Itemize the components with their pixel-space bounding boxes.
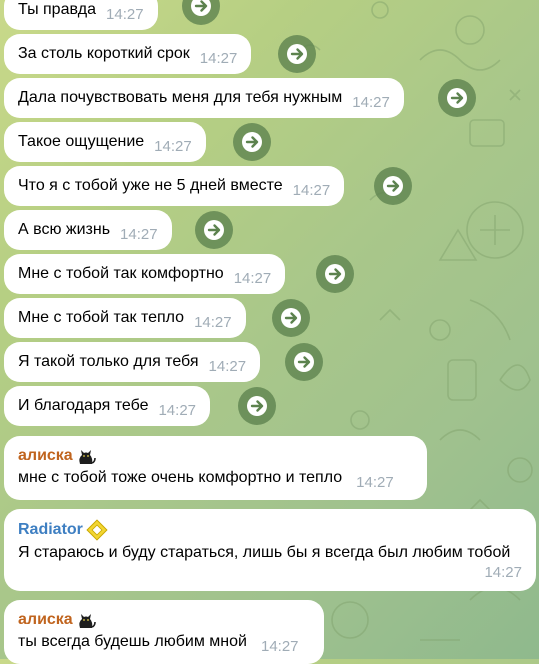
forward-button[interactable] xyxy=(285,343,323,381)
message-time: 14:27 xyxy=(233,270,272,287)
sender-label: алиска xyxy=(18,447,73,464)
message-time: 14:27 xyxy=(356,474,394,491)
message-time: 14:27 xyxy=(120,226,158,243)
forward-button[interactable] xyxy=(438,79,476,117)
forwarded-message[interactable]: Такое ощущение 14:27 xyxy=(4,122,206,162)
incoming-message[interactable]: Radiator Я стараюсь и буду стараться, ли… xyxy=(4,509,536,591)
forwarded-message[interactable]: Что я с тобой уже не 5 дней вместе 14:27 xyxy=(4,166,345,206)
forward-button[interactable] xyxy=(233,123,271,161)
message-body: ты всегда будешь любим мной 14:27 xyxy=(18,632,310,655)
forward-arrow-icon xyxy=(204,220,224,240)
message-time: 14:27 xyxy=(292,182,331,199)
yellow-diamond-badge-icon xyxy=(86,519,108,541)
message-body: мне с тобой тоже очень комфортно и тепло… xyxy=(18,468,413,491)
forward-arrow-icon xyxy=(383,176,403,196)
message-text: А всю жизнь xyxy=(18,221,111,238)
message-time: 14:27 xyxy=(158,402,197,419)
message-time: 14:27 xyxy=(484,564,522,581)
forwarded-message[interactable]: А всю жизнь 14:27 xyxy=(4,210,172,250)
message-text: Дала почувствовать меня для тебя нужным xyxy=(18,89,343,106)
message-time: 14:27 xyxy=(194,314,232,331)
message-text: Мне с тобой так тепло xyxy=(18,309,185,326)
forwarded-message[interactable]: Мне с тобой так тепло 14:27 xyxy=(4,298,246,338)
message-time: 14:27 xyxy=(260,638,299,655)
forward-arrow-icon xyxy=(325,264,345,284)
forward-arrow-icon xyxy=(191,0,211,16)
message-text: Я такой только для тебя xyxy=(18,353,199,370)
message-list[interactable]: Ты правда 14:27 За столь короткий срок 14:… xyxy=(0,0,539,664)
forward-arrow-icon xyxy=(447,88,467,108)
forward-arrow-icon xyxy=(242,132,262,152)
sender-name[interactable]: алиска xyxy=(18,446,413,466)
forwarded-message[interactable]: Мне с тобой так комфортно 14:27 xyxy=(4,254,286,294)
incoming-message[interactable]: алиска мне с тобой тоже очень комфортно … xyxy=(4,436,427,500)
forward-button[interactable] xyxy=(278,35,316,73)
forward-button[interactable] xyxy=(195,211,233,249)
message-text: Что я с тобой уже не 5 дней вместе xyxy=(18,177,283,194)
black-cat-emoji-icon xyxy=(79,614,96,628)
sender-name[interactable]: алиска xyxy=(18,610,310,630)
message-text: Ты правда xyxy=(18,1,97,18)
message-text: Я стараюсь и буду стараться, лишь бы я в… xyxy=(18,544,511,561)
forward-arrow-icon xyxy=(247,396,267,416)
message-time: 14:27 xyxy=(199,50,238,67)
forward-button[interactable] xyxy=(182,0,220,25)
message-text: Такое ощущение xyxy=(18,133,145,150)
message-time: 14:27 xyxy=(154,138,192,155)
forwarded-message[interactable]: Дала почувствовать меня для тебя нужным 1… xyxy=(4,78,404,118)
black-cat-emoji-icon xyxy=(79,450,96,464)
sender-label: Radiator xyxy=(18,521,83,538)
forwarded-message[interactable]: И благодаря тебе 14:27 xyxy=(4,386,211,426)
message-text: ты всегда будешь любим мной xyxy=(18,633,247,650)
forward-arrow-icon xyxy=(281,308,301,328)
message-text: Мне с тобой так комфортно xyxy=(18,265,224,282)
forward-arrow-icon xyxy=(287,44,307,64)
sender-label: алиска xyxy=(18,611,73,628)
forward-button[interactable] xyxy=(316,255,354,293)
forward-button[interactable] xyxy=(238,387,276,425)
sender-name[interactable]: Radiator xyxy=(18,519,522,541)
forward-arrow-icon xyxy=(294,352,314,372)
forwarded-message[interactable]: Ты правда 14:27 xyxy=(4,0,158,30)
message-text: За столь короткий срок xyxy=(18,45,190,62)
message-time: 14:27 xyxy=(208,358,247,375)
message-text: мне с тобой тоже очень комфортно и тепло xyxy=(18,469,343,486)
message-text: И благодаря тебе xyxy=(18,397,149,414)
message-time: 14:27 xyxy=(106,6,144,23)
forward-button[interactable] xyxy=(374,167,412,205)
message-time: 14:27 xyxy=(352,94,390,111)
forwarded-message[interactable]: Я такой только для тебя 14:27 xyxy=(4,342,261,382)
forwarded-message[interactable]: За столь короткий срок 14:27 xyxy=(4,34,252,74)
incoming-message[interactable]: алиска ты всегда будешь любим мной 14:27 xyxy=(4,600,324,664)
forward-button[interactable] xyxy=(272,299,310,337)
